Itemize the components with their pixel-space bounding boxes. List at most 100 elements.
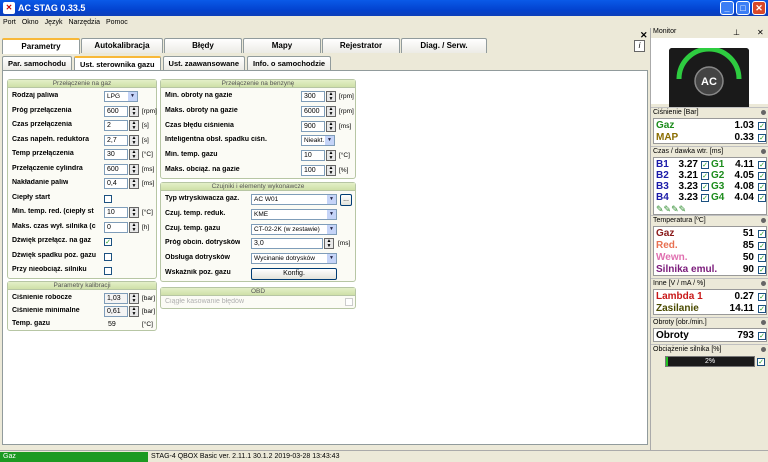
gas-row-input[interactable]: 0,4	[104, 178, 128, 189]
monitor-row-checkbox[interactable]: ✓	[758, 305, 766, 313]
petrol-input[interactable]: 100	[301, 165, 325, 176]
gas-row-input[interactable]: 10	[104, 207, 128, 218]
gas-row-input[interactable]: 0	[104, 221, 128, 233]
spinner-icon[interactable]: ▲ ▼	[326, 150, 336, 162]
browse-button[interactable]: ...	[340, 194, 352, 206]
spinner-icon[interactable]: ▲ ▼	[129, 221, 139, 233]
gas-row-checkbox[interactable]	[104, 194, 112, 203]
fuel-type-select[interactable]: LPG ▼	[104, 91, 138, 102]
petrol-bank-checkbox[interactable]: ✓	[701, 194, 709, 202]
sensor-select[interactable]: KME ▼	[251, 208, 337, 220]
subtab-ust-sterownika[interactable]: Ust. sterownika gazu	[73, 56, 161, 70]
menu-jezyk[interactable]: Język	[45, 19, 63, 26]
temp-dot-icon[interactable]	[761, 218, 766, 223]
spinner-icon[interactable]: ▲ ▼	[129, 149, 139, 160]
chevron-down-icon[interactable]: ▼	[327, 224, 336, 234]
monitor-close-icon[interactable]: ✕	[757, 28, 764, 37]
sensor-select[interactable]: CT-02-2K (w zestawie) ▼	[251, 223, 337, 235]
gas-row-input[interactable]: 600	[104, 163, 128, 175]
rpm-dot-icon[interactable]	[761, 320, 766, 325]
gas-row: Dźwięk spadku poz. gazu	[8, 250, 156, 264]
spinner-icon[interactable]: ▲ ▼	[129, 134, 139, 146]
injection-dot-icon[interactable]	[761, 149, 766, 154]
tab-mapy[interactable]: Mapy	[243, 38, 321, 53]
title-bar: ✕ AC STAG 0.33.5 _ □ ✕	[0, 0, 768, 16]
petrol-input[interactable]: 10	[301, 150, 325, 162]
obd-clear-checkbox[interactable]	[345, 298, 353, 306]
petrol-input[interactable]: 6000	[301, 105, 325, 117]
other-dot-icon[interactable]	[761, 281, 766, 286]
subtab-ust-zaawansowane[interactable]: Ust. zaawansowane	[162, 56, 245, 70]
petrol-bank-checkbox[interactable]: ✓	[701, 172, 709, 180]
monitor-row-checkbox[interactable]: ✓	[758, 134, 766, 142]
menu-pomoc[interactable]: Pomoc	[106, 19, 128, 26]
petrol-bank-checkbox[interactable]: ✓	[701, 183, 709, 191]
monitor-row-checkbox[interactable]: ✓	[758, 266, 766, 274]
spinner-icon[interactable]: ▲ ▼	[326, 105, 336, 117]
monitor-row-checkbox[interactable]: ✓	[758, 242, 766, 250]
sensor-select[interactable]: AC W01 ▼	[251, 194, 337, 205]
maximize-button[interactable]: □	[736, 1, 750, 15]
gas-level-config-button[interactable]: Konfig.	[251, 268, 337, 280]
gas-row-checkbox[interactable]	[104, 252, 112, 261]
monitor-row-checkbox[interactable]: ✓	[758, 293, 766, 301]
subtab-info-samochodzie[interactable]: Info. o samochodzie	[247, 56, 332, 70]
menu-narzedzia[interactable]: Narzędzia	[68, 19, 100, 26]
petrol-input[interactable]: 300	[301, 91, 325, 102]
chevron-down-icon[interactable]: ▼	[327, 209, 336, 219]
tab-bledy[interactable]: Błędy	[164, 38, 242, 53]
spinner-icon[interactable]: ▲ ▼	[129, 178, 139, 189]
gas-bank-checkbox[interactable]: ✓	[758, 172, 766, 180]
subtab-par-samochodu[interactable]: Par. samochodu	[2, 56, 72, 70]
spinner-icon[interactable]: ▲ ▼	[129, 120, 139, 131]
pressure-title: Ciśnienie [Bar]	[653, 109, 699, 116]
pin-icon[interactable]: ⊥	[733, 28, 740, 37]
tab-diag-serw[interactable]: Diag. / Serw.	[401, 38, 487, 53]
chevron-down-icon[interactable]: ▼	[327, 195, 336, 204]
gas-row-input[interactable]: 2	[104, 120, 128, 131]
monitor-row-checkbox[interactable]: ✓	[758, 122, 766, 130]
spinner-icon[interactable]: ▲ ▼	[326, 120, 336, 132]
tab-parametry[interactable]: Parametry	[2, 38, 80, 54]
gas-bank-checkbox[interactable]: ✓	[758, 161, 766, 169]
gas-row-checkbox[interactable]: ✓	[104, 238, 112, 246]
monitor-row-checkbox[interactable]: ✓	[758, 230, 766, 238]
gas-row-checkbox[interactable]	[104, 267, 112, 275]
spinner-icon[interactable]: ▲ ▼	[326, 91, 336, 102]
spinner-icon[interactable]: ▲ ▼	[129, 163, 139, 175]
spinner-icon[interactable]: ▲ ▼	[129, 293, 139, 304]
gas-bank-checkbox[interactable]: ✓	[758, 183, 766, 191]
pressure-dot-icon[interactable]	[761, 110, 766, 115]
load-checkbox[interactable]: ✓	[757, 358, 765, 366]
spinner-icon[interactable]: ▲ ▼	[129, 306, 139, 317]
chevron-down-icon[interactable]: ▼	[325, 136, 334, 146]
gas-row-input[interactable]: 2,7	[104, 134, 128, 146]
cutoff-input[interactable]: 3,0	[251, 238, 323, 250]
other-box: Lambda 1 0.27 ✓ Zasilanie 14.11 ✓	[653, 289, 767, 315]
sensor-select[interactable]: Wycinanie dotrysków ▼	[251, 253, 337, 265]
spinner-icon[interactable]: ▲ ▼	[324, 238, 334, 250]
spinner-icon[interactable]: ▲ ▼	[129, 105, 139, 117]
tab-rejestrator[interactable]: Rejestrator	[322, 38, 400, 53]
spinner-icon[interactable]: ▲ ▼	[129, 207, 139, 218]
gas-bank-checkbox[interactable]: ✓	[758, 194, 766, 202]
minimize-button[interactable]: _	[720, 1, 734, 15]
sensor-label: Czuj. temp. gazu	[165, 224, 221, 232]
close-button[interactable]: ✕	[752, 1, 766, 15]
gas-row-input[interactable]: 30	[104, 149, 128, 160]
menu-port[interactable]: Port	[3, 19, 16, 26]
monitor-row-value: 51	[742, 228, 754, 239]
spinner-icon[interactable]: ▲ ▼	[326, 165, 336, 176]
chevron-down-icon[interactable]: ▼	[327, 254, 336, 264]
pressure-drop-select[interactable]: Nieakt. ▼	[301, 135, 335, 147]
chevron-down-icon[interactable]: ▼	[128, 92, 137, 101]
menu-okno[interactable]: Okno	[22, 19, 39, 26]
rpm-checkbox[interactable]: ✓	[758, 332, 766, 340]
tab-autokalibracja[interactable]: Autokalibracja	[81, 38, 163, 53]
gas-row-input[interactable]: 600	[104, 105, 128, 117]
info-icon[interactable]: i	[634, 40, 645, 52]
petrol-bank-checkbox[interactable]: ✓	[701, 161, 709, 169]
load-dot-icon[interactable]	[761, 347, 766, 352]
monitor-row-checkbox[interactable]: ✓	[758, 254, 766, 262]
petrol-input[interactable]: 900	[301, 120, 325, 132]
